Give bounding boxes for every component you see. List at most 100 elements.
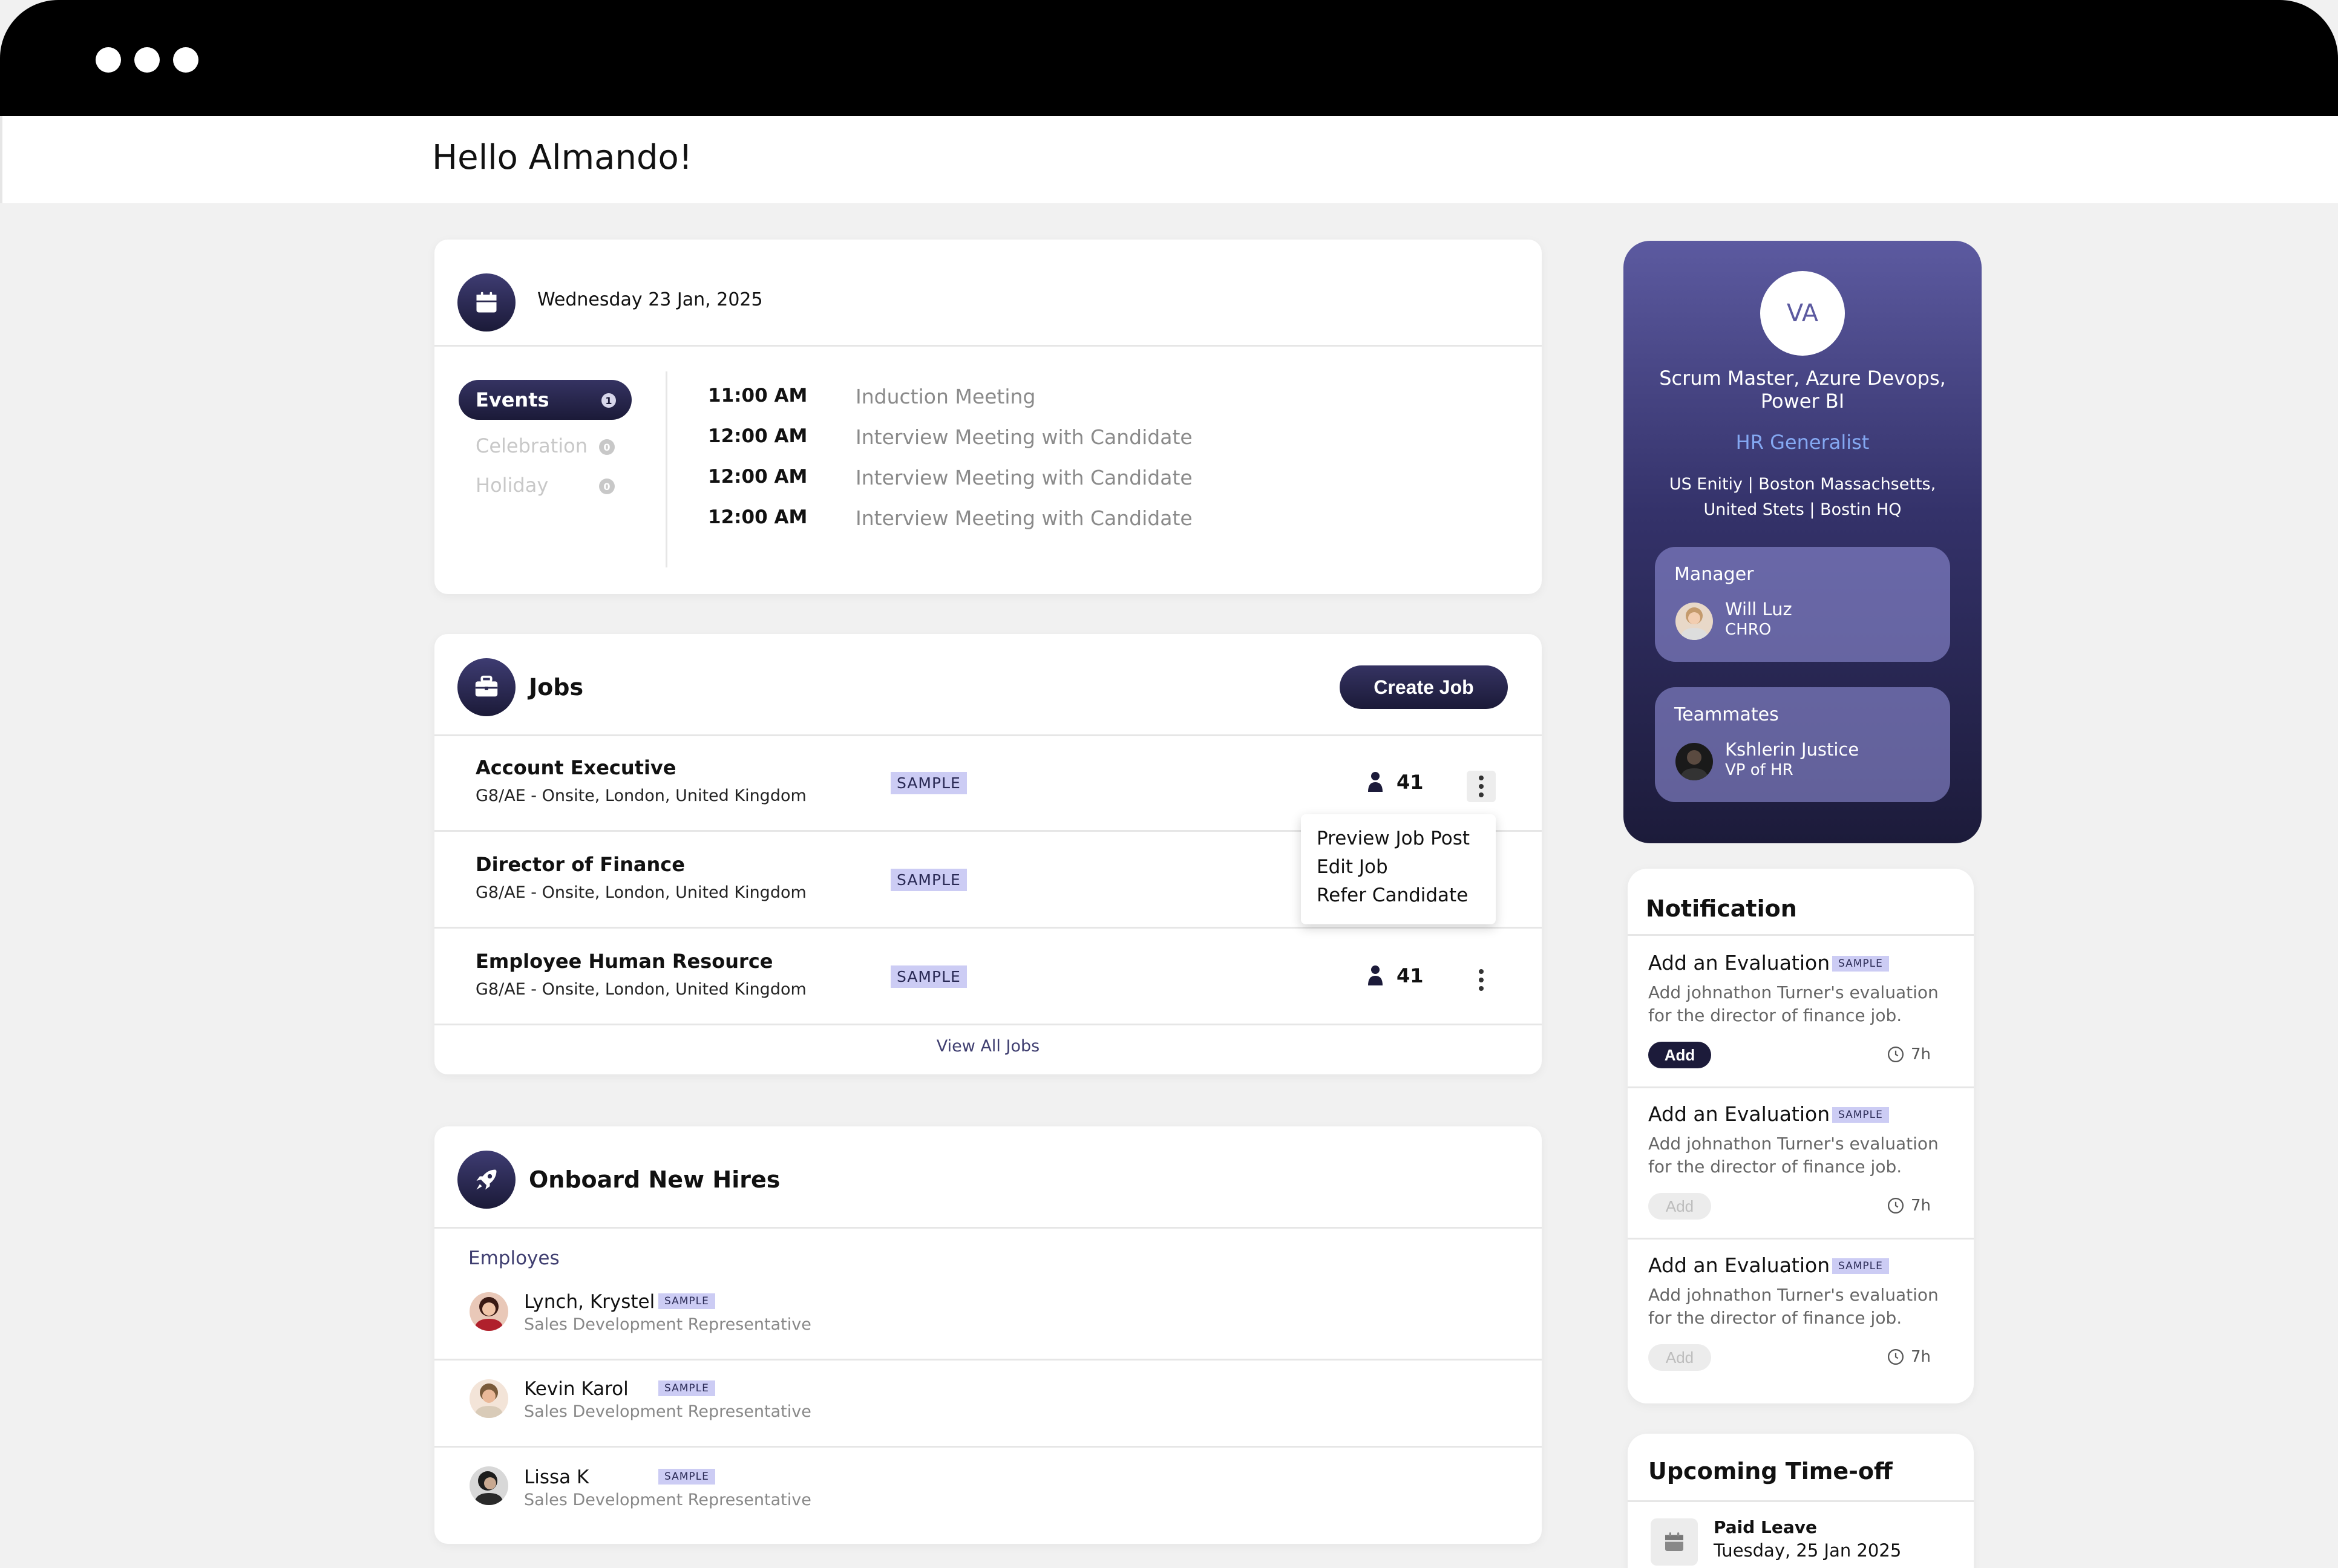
timeoff-card: Upcoming Time-off Paid Leave Tuesday, 25… (1628, 1434, 1974, 1568)
profile-card: VA Scrum Master, Azure Devops, Power BI … (1623, 241, 1982, 843)
profile-department[interactable]: HR Generalist (1623, 431, 1982, 454)
tab-events[interactable]: Events 1 (459, 380, 632, 420)
divider (434, 345, 1542, 347)
person-icon (1368, 772, 1383, 792)
sample-badge: SAMPLE (891, 772, 967, 794)
divider (434, 927, 1542, 929)
event-title[interactable]: Interview Meeting with Candidate (856, 466, 1193, 489)
divider-vertical (666, 371, 667, 567)
onboard-title: Onboard New Hires (529, 1166, 781, 1193)
manager-label: Manager (1674, 564, 1754, 585)
event-time: 12:00 AM (708, 506, 808, 528)
employee-role: Sales Development Representative (524, 1402, 811, 1421)
divider (1628, 1500, 1974, 1502)
job-title[interactable]: Employee Human Resource (476, 950, 773, 973)
window-minimize-dot[interactable] (134, 47, 160, 73)
calendar-icon (1651, 1518, 1698, 1566)
window-maximize-dot[interactable] (173, 47, 198, 73)
menu-item-refer-candidate[interactable]: Refer Candidate (1317, 884, 1468, 906)
event-title[interactable]: Interview Meeting with Candidate (856, 506, 1193, 530)
employee-name[interactable]: Lynch, Krystel (524, 1291, 655, 1313)
notification-title: Notification (1646, 895, 1797, 922)
employee-name[interactable]: Kevin Karol (524, 1378, 629, 1400)
tab-celebration[interactable]: Celebration (476, 434, 588, 457)
view-all-jobs-link[interactable]: View All Jobs (434, 1037, 1542, 1056)
avatar (1675, 603, 1713, 640)
divider (434, 1359, 1542, 1361)
manager-card[interactable]: Manager Will Luz CHRO (1655, 547, 1950, 662)
divider (434, 1227, 1542, 1229)
employee-name[interactable]: Lissa K (524, 1466, 589, 1488)
job-title[interactable]: Account Executive (476, 756, 676, 779)
divider (434, 1024, 1542, 1025)
divider (434, 1446, 1542, 1448)
profile-role: Scrum Master, Azure Devops, Power BI (1659, 367, 1946, 413)
tab-celebration-count: 0 (599, 439, 615, 455)
divider (434, 734, 1542, 736)
avatar (470, 1466, 508, 1505)
window-titlebar (0, 0, 2338, 116)
applicant-count-value: 41 (1397, 964, 1424, 987)
job-title[interactable]: Director of Finance (476, 853, 685, 876)
sample-badge: SAMPLE (891, 869, 967, 891)
notification-time: 7h (1887, 1348, 1931, 1366)
sample-badge: SAMPLE (1832, 956, 1889, 972)
job-location: G8/AE - Onsite, London, United Kingdom (476, 883, 807, 902)
avatar[interactable]: VA (1760, 271, 1845, 356)
avatar (470, 1379, 508, 1418)
briefcase-icon (457, 658, 516, 716)
menu-item-preview-job-post[interactable]: Preview Job Post (1317, 828, 1470, 849)
applicant-count[interactable]: 41 (1367, 771, 1424, 794)
teammates-label: Teammates (1674, 704, 1779, 725)
timeoff-type: Paid Leave (1714, 1517, 1818, 1537)
sample-badge: SAMPLE (658, 1469, 715, 1485)
event-title[interactable]: Interview Meeting with Candidate (856, 425, 1193, 449)
employee-role: Sales Development Representative (524, 1491, 811, 1509)
applicant-count[interactable]: 41 (1367, 964, 1424, 987)
teammate-name: Kshlerin Justice (1725, 739, 1859, 760)
notification-desc: Add johnathon Turner's evaluation for th… (1648, 1285, 1939, 1328)
job-location: G8/AE - Onsite, London, United Kingdom (476, 786, 807, 805)
notification-item-title: Add an Evaluation (1648, 1253, 1830, 1277)
sample-badge: SAMPLE (1832, 1107, 1889, 1123)
divider (1628, 1238, 1974, 1240)
more-options-icon[interactable] (1467, 771, 1496, 802)
tab-events-label: Events (476, 388, 549, 411)
job-location: G8/AE - Onsite, London, United Kingdom (476, 980, 807, 999)
timeoff-date: Tuesday, 25 Jan 2025 (1714, 1540, 1902, 1561)
create-job-button[interactable]: Create Job (1340, 665, 1508, 709)
timeoff-title: Upcoming Time-off (1648, 1458, 1893, 1485)
clock-icon (1888, 1349, 1904, 1365)
calendar-icon (457, 273, 516, 332)
window-close-dot[interactable] (96, 47, 121, 73)
divider (1628, 934, 1974, 936)
onboard-card: Onboard New Hires Employes Lynch, Kryste… (434, 1126, 1542, 1544)
tab-holiday[interactable]: Holiday (476, 474, 548, 497)
notification-time: 7h (1887, 1197, 1931, 1215)
notification-time-value: 7h (1911, 1197, 1931, 1215)
profile-location: US Enitiy | Boston Massachsetts, United … (1669, 475, 1936, 519)
notification-time: 7h (1887, 1045, 1931, 1063)
notification-desc: Add johnathon Turner's evaluation for th… (1648, 982, 1939, 1025)
more-options-icon[interactable] (1467, 964, 1496, 996)
add-evaluation-button[interactable]: Add (1648, 1193, 1711, 1220)
tab-holiday-count: 0 (599, 479, 615, 494)
avatar (470, 1292, 508, 1331)
sample-badge: SAMPLE (658, 1380, 715, 1396)
add-evaluation-button[interactable]: Add (1648, 1042, 1711, 1068)
greeting-bar (0, 116, 2338, 203)
applicant-count-value: 41 (1397, 771, 1424, 794)
sample-badge: SAMPLE (1832, 1258, 1889, 1274)
divider (1628, 1086, 1974, 1088)
job-options-menu: Preview Job Post Edit Job Refer Candidat… (1301, 814, 1496, 924)
calendar-card: Wednesday 23 Jan, 2025 Events 1 Celebrat… (434, 240, 1542, 594)
manager-name: Will Luz (1725, 599, 1792, 619)
teammates-card[interactable]: Teammates Kshlerin Justice VP of HR (1655, 687, 1950, 802)
teammate-title: VP of HR (1725, 761, 1793, 779)
current-date: Wednesday 23 Jan, 2025 (537, 289, 763, 310)
employee-role: Sales Development Representative (524, 1315, 811, 1334)
menu-item-edit-job[interactable]: Edit Job (1317, 856, 1388, 878)
add-evaluation-button[interactable]: Add (1648, 1344, 1711, 1371)
event-time: 12:00 AM (708, 425, 808, 447)
event-title[interactable]: Induction Meeting (856, 385, 1035, 408)
